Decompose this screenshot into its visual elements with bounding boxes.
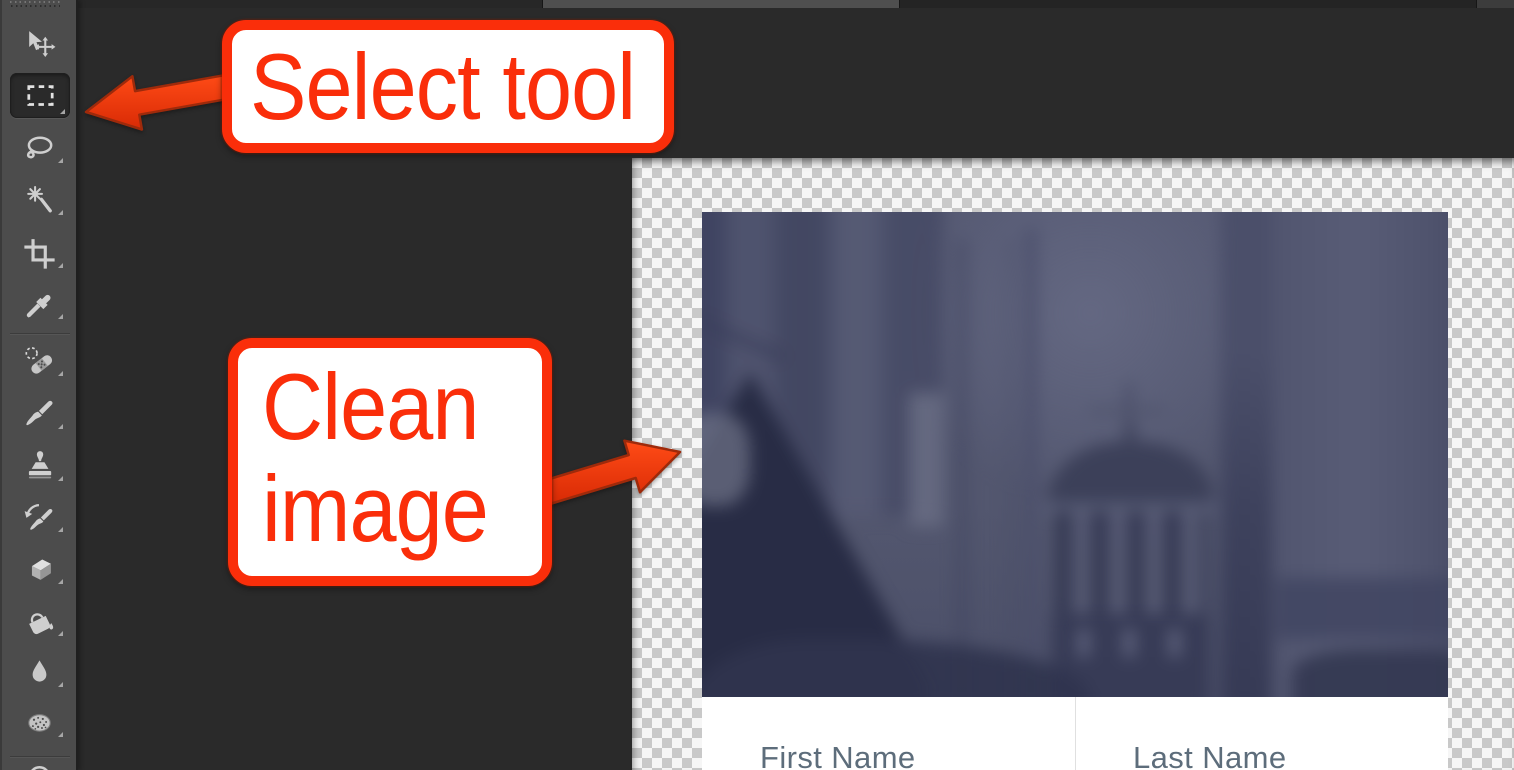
flyout-triangle-icon	[58, 424, 63, 429]
tool-eraser-button[interactable]	[2, 547, 76, 591]
flyout-triangle-icon	[58, 263, 63, 268]
healing-brush-icon	[23, 345, 56, 378]
tool-paint-bucket-button[interactable]	[2, 599, 76, 643]
column-divider	[1075, 697, 1076, 770]
tool-crop-button[interactable]	[2, 231, 76, 275]
tool-move-button[interactable]	[2, 23, 76, 67]
tool-brush-button[interactable]	[2, 392, 76, 436]
eraser-tool-icon	[23, 553, 56, 586]
tool-group-divider	[10, 756, 70, 757]
tool-magic-wand-button[interactable]	[2, 178, 76, 222]
tools-panel	[0, 0, 78, 770]
document-tab-bar	[78, 0, 1514, 8]
blur-drop-icon	[23, 656, 56, 689]
form-panel: First Name Last Name	[702, 697, 1448, 770]
select-tool-callout: Select tool	[222, 20, 674, 153]
tool-eyedropper-button[interactable]	[2, 282, 76, 326]
history-brush-icon	[23, 501, 56, 534]
select-tool-callout-text: Select tool	[250, 36, 635, 138]
tool-healing-brush-button[interactable]	[2, 339, 76, 383]
clone-stamp-icon	[23, 450, 56, 483]
flyout-triangle-icon	[60, 109, 65, 114]
flyout-triangle-icon	[58, 371, 63, 376]
clean-image-callout-line2: image	[262, 458, 488, 560]
lasso-tool-icon	[23, 132, 56, 165]
first-name-label: First Name	[760, 740, 916, 770]
tool-history-brush-button[interactable]	[2, 495, 76, 539]
flyout-triangle-icon	[58, 631, 63, 636]
flyout-triangle-icon	[58, 732, 63, 737]
brush-tool-icon	[23, 398, 56, 431]
tab-bar-area	[78, 0, 543, 8]
flyout-triangle-icon	[58, 314, 63, 319]
paint-bucket-icon	[23, 605, 56, 638]
clean-image-arrow	[535, 430, 695, 515]
last-name-label: Last Name	[1133, 740, 1287, 770]
tool-partial-cutoff[interactable]	[2, 763, 76, 770]
hero-image[interactable]	[702, 212, 1448, 697]
move-tool-icon	[23, 29, 56, 62]
hero-image-art	[702, 212, 1448, 697]
clean-image-callout-line1: Clean	[262, 356, 479, 458]
tool-group-divider	[10, 333, 70, 334]
flyout-triangle-icon	[58, 210, 63, 215]
eyedropper-icon	[23, 288, 56, 321]
flyout-triangle-icon	[58, 476, 63, 481]
clean-image-callout: Clean image	[228, 338, 552, 586]
crop-tool-icon	[23, 237, 56, 270]
photoshop-window: First Name Last Name Select tool Clean i…	[0, 0, 1514, 770]
flyout-triangle-icon	[58, 527, 63, 532]
magic-wand-icon	[23, 184, 56, 217]
flyout-triangle-icon	[58, 158, 63, 163]
sponge-tool-icon	[23, 706, 56, 739]
tool-rectangular-marquee-button[interactable]	[10, 73, 70, 118]
tool-clone-stamp-button[interactable]	[2, 444, 76, 488]
tab-bar-area	[1477, 0, 1514, 8]
marquee-select-icon	[24, 79, 57, 112]
tab-bar-area	[900, 0, 1477, 8]
flyout-triangle-icon	[58, 579, 63, 584]
document-tab-active[interactable]	[543, 0, 900, 8]
flyout-triangle-icon	[58, 682, 63, 687]
tool-blur-button[interactable]	[2, 650, 76, 694]
tool-sponge-button[interactable]	[2, 700, 76, 744]
tool-lasso-button[interactable]	[2, 126, 76, 170]
panel-grip-handle[interactable]	[10, 1, 60, 8]
